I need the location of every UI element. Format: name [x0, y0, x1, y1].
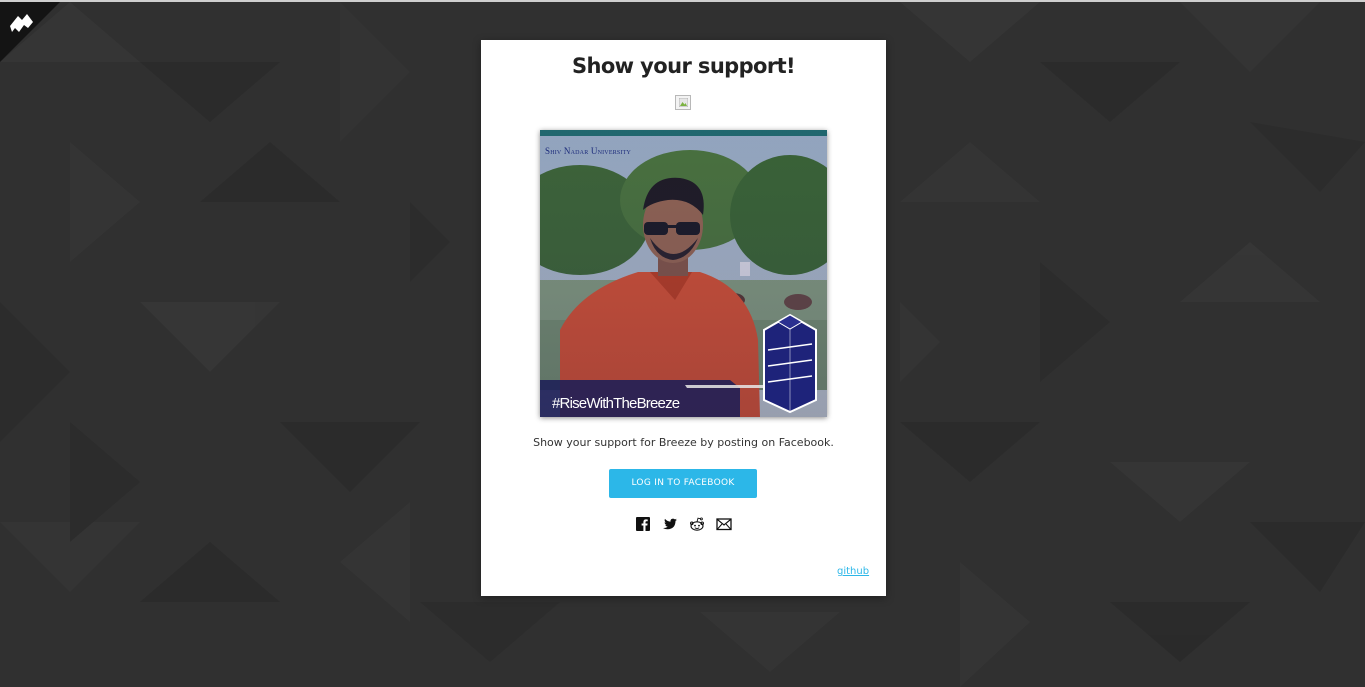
- share-icons-row: [635, 516, 732, 534]
- facebook-login-button[interactable]: LOG IN TO FACEBOOK: [609, 469, 757, 498]
- photo-watermark: Shiv Nadar University: [545, 146, 632, 156]
- photo-hashtag: #RiseWithTheBreeze: [552, 395, 680, 412]
- email-icon[interactable]: [716, 516, 732, 532]
- support-description: Show your support for Breeze by posting …: [533, 436, 834, 449]
- page-title: Show your support!: [571, 54, 796, 78]
- broken-image-icon: [675, 95, 691, 110]
- twitter-icon[interactable]: [662, 516, 678, 532]
- facebook-icon[interactable]: [635, 516, 651, 532]
- breeze-logo-icon: [0, 2, 60, 62]
- breeze-tower-icon: [763, 313, 817, 414]
- profile-photo: Shiv Nadar University #RiseWithTheBreeze: [540, 130, 827, 417]
- github-link[interactable]: github: [837, 566, 869, 577]
- corner-logo[interactable]: [0, 2, 60, 62]
- support-card: Show your support! Shiv Nadar University…: [481, 40, 886, 596]
- reddit-icon[interactable]: [689, 516, 705, 532]
